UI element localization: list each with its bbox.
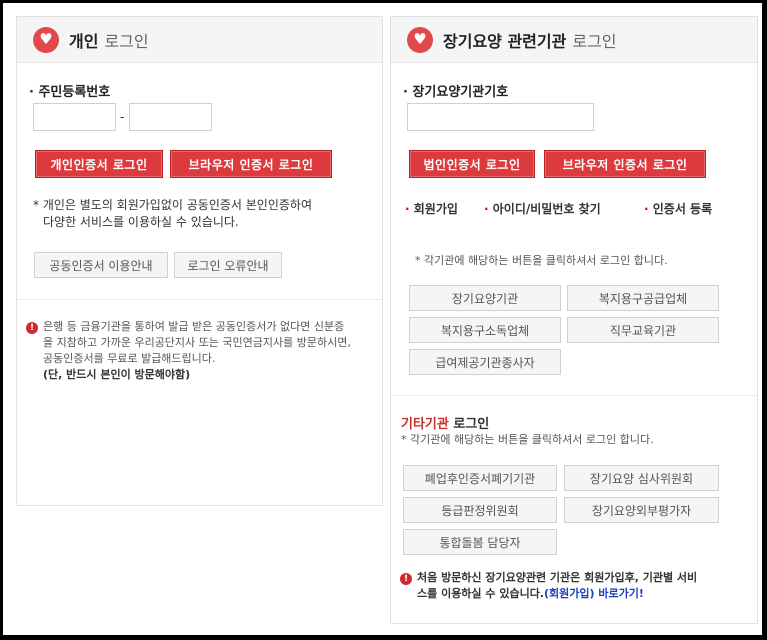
etc-title-dark: 로그인 xyxy=(453,417,490,432)
section-divider xyxy=(391,395,757,396)
institution-code-input[interactable] xyxy=(407,103,594,131)
ltc-review-committee-button[interactable]: 장기요양 심사위원회 xyxy=(564,465,719,491)
ltc-external-evaluator-button[interactable]: 장기요양외부평가자 xyxy=(564,497,719,523)
signup-link[interactable]: · 회원가입 xyxy=(405,200,458,217)
section-divider xyxy=(17,299,382,300)
resident-number-back-input[interactable] xyxy=(129,103,212,131)
cert-register-label: 인증서 등록 xyxy=(652,202,713,216)
grade-committee-button[interactable]: 등급판정위원회 xyxy=(403,497,557,523)
resident-number-label: 주민등록번호 xyxy=(29,81,110,100)
signup-link-label: 회원가입 xyxy=(413,202,458,216)
browser-cert-login-button[interactable]: 브라우저 인증서 로그인 xyxy=(544,150,706,178)
find-id-password-label: 아이디/비밀번호 찾기 xyxy=(492,202,601,216)
footer-line1: 처음 방문하신 장기요양관련 기관은 회원가입후, 기관별 서비 xyxy=(417,571,698,584)
warning-line2: 을 지참하고 가까운 우리공단지사 또는 국민연금지사를 방문하시면, xyxy=(43,336,351,349)
panel-title: 개인 xyxy=(69,31,99,51)
resident-number-front-input[interactable] xyxy=(33,103,116,131)
footer-line2: 스를 이용하실 수 있습니다.(회원가입) 바로가기! xyxy=(417,586,644,602)
footer-line2-text: 스를 이용하실 수 있습니다. xyxy=(417,587,544,600)
cert-register-link[interactable]: · 인증서 등록 xyxy=(644,200,712,217)
etc-login-title: 기타기관 로그인 xyxy=(401,413,489,432)
closed-cert-disposal-button[interactable]: 폐업후인증서폐기기관 xyxy=(403,465,557,491)
personal-login-header: ♥ 개인 로그인 xyxy=(17,17,382,63)
warning-line1: 은행 등 금융기관을 통하여 발급 받은 공동인증서가 없다면 신분증 xyxy=(43,320,345,333)
personal-notice-line1: * 개인은 별도의 회원가입없이 공동인증서 본인인증하여 xyxy=(33,198,312,212)
warning-icon: ! xyxy=(26,322,38,334)
warning-icon: ! xyxy=(400,573,412,585)
corp-cert-login-button[interactable]: 법인인증서 로그인 xyxy=(409,150,535,178)
warning-bold-note: (단, 반드시 본인이 방문해야함) xyxy=(43,368,191,381)
heart-icon: ♥ xyxy=(33,26,59,53)
personal-login-panel: ♥ 개인 로그인 주민등록번호 - 개인인증서 로그인 브라우저 인증서 로그인… xyxy=(16,16,383,506)
institution-code-label: 장기요양기관기호 xyxy=(403,81,508,100)
browser-cert-login-button[interactable]: 브라우저 인증서 로그인 xyxy=(170,150,332,178)
heart-icon: ♥ xyxy=(407,26,433,53)
welfare-equipment-supplier-button[interactable]: 복지용구공급업체 xyxy=(567,285,719,311)
etc-notice: * 각기관에 해당하는 버튼을 클릭하셔서 로그인 합니다. xyxy=(401,433,654,446)
signup-shortcut-link[interactable]: (회원가입) 바로가기! xyxy=(544,587,644,600)
cert-usage-guide-button[interactable]: 공동인증서 이용안내 xyxy=(34,252,168,278)
welfare-equipment-disinfection-button[interactable]: 복지용구소독업체 xyxy=(409,317,561,343)
panel-subtitle: 로그인 xyxy=(104,31,149,51)
job-training-institution-button[interactable]: 직무교육기관 xyxy=(567,317,719,343)
find-id-password-link[interactable]: · 아이디/비밀번호 찾기 xyxy=(484,200,601,217)
panel-title: 장기요양 관련기관 xyxy=(443,31,567,51)
integrated-care-manager-button[interactable]: 통합돌봄 담당자 xyxy=(403,529,557,555)
ltc-institution-button[interactable]: 장기요양기관 xyxy=(409,285,561,311)
dash-separator: - xyxy=(120,110,125,124)
org-notice: * 각기관에 해당하는 버튼을 클릭하셔서 로그인 합니다. xyxy=(415,254,668,267)
personal-cert-login-button[interactable]: 개인인증서 로그인 xyxy=(35,150,163,178)
institution-login-header: ♥ 장기요양 관련기관 로그인 xyxy=(391,17,757,63)
institution-login-panel: ♥ 장기요양 관련기관 로그인 장기요양기관기호 법인인증서 로그인 브라우저 … xyxy=(390,16,758,624)
personal-notice-line2: 다양한 서비스를 이용하실 수 있습니다. xyxy=(43,215,239,229)
etc-title-red: 기타기관 xyxy=(401,417,449,432)
login-error-guide-button[interactable]: 로그인 오류안내 xyxy=(174,252,282,278)
benefit-provider-staff-button[interactable]: 급여제공기관종사자 xyxy=(409,349,561,375)
panel-subtitle: 로그인 xyxy=(572,31,617,51)
warning-line3: 공동인증서를 무료로 발급해드립니다. xyxy=(43,352,216,365)
